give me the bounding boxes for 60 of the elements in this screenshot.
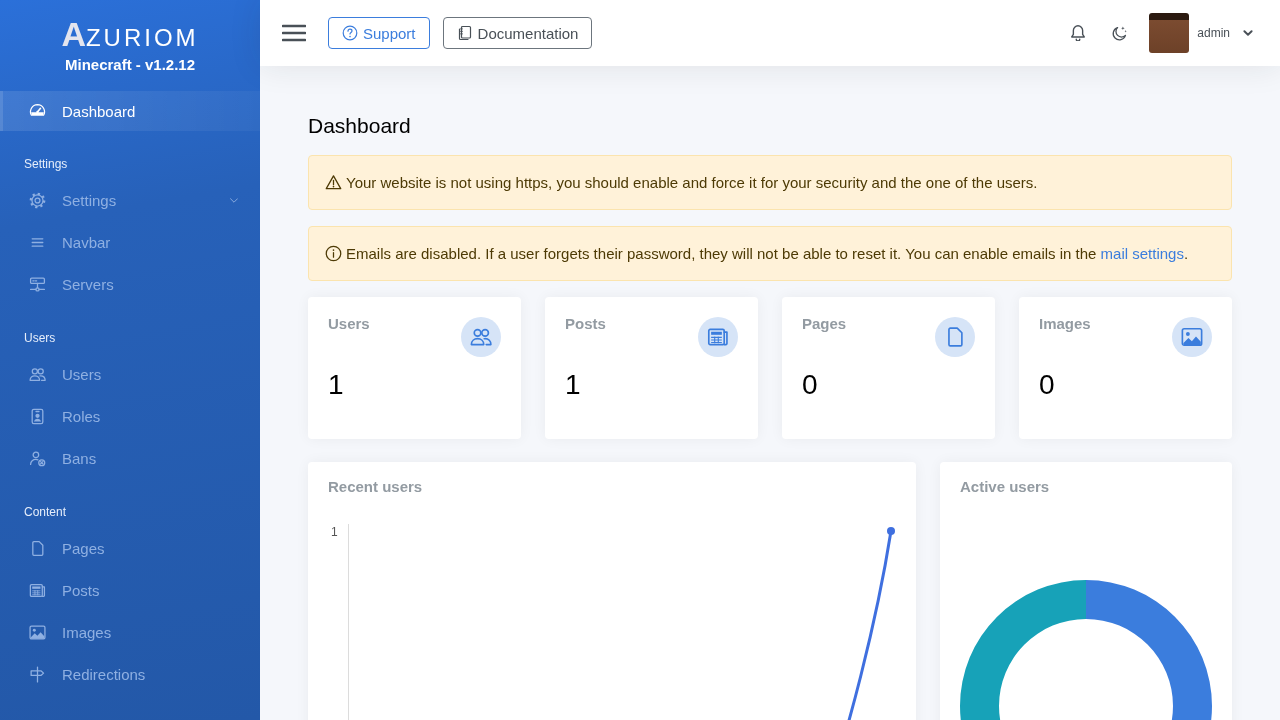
sidebar-item[interactable]: Images bbox=[0, 611, 260, 653]
sidebar-item[interactable]: Pages bbox=[0, 527, 260, 569]
donut-slice[interactable] bbox=[960, 580, 1086, 720]
chevron-down-icon bbox=[230, 197, 238, 203]
moon-stars-icon[interactable] bbox=[1111, 24, 1129, 42]
stat-value: 1 bbox=[328, 368, 345, 402]
warning-icon bbox=[325, 174, 342, 191]
server-icon bbox=[29, 275, 46, 293]
info-icon bbox=[325, 245, 342, 262]
file-icon bbox=[935, 317, 975, 357]
stat-value: 1 bbox=[565, 368, 582, 402]
sidebar-item[interactable]: Navbar bbox=[0, 221, 260, 263]
section-heading: Settings bbox=[23, 156, 69, 173]
stat-label: Pages bbox=[802, 315, 847, 333]
sidebar-item[interactable]: Dashboard bbox=[0, 91, 260, 131]
file-icon bbox=[29, 539, 46, 557]
stat-value: 0 bbox=[1039, 368, 1056, 402]
donut-slice[interactable] bbox=[1086, 580, 1212, 720]
notebooks-icon bbox=[456, 25, 473, 41]
chart-title: Recent users bbox=[328, 478, 424, 496]
support-button[interactable]: Support bbox=[328, 17, 430, 49]
image-icon bbox=[1172, 317, 1212, 357]
chart-title: Active users bbox=[960, 478, 1051, 496]
signpost-icon bbox=[29, 665, 46, 683]
section-heading: Content bbox=[23, 504, 68, 521]
alert-message: Your website is not using https, you should enable and force it for your security and the one of the users. bbox=[346, 173, 1038, 192]
stat-label: Posts bbox=[565, 315, 606, 333]
sidebar-item[interactable]: Servers bbox=[0, 263, 260, 305]
sidebar-item[interactable]: Settings bbox=[0, 179, 260, 221]
caret-down-icon bbox=[1243, 30, 1253, 36]
page-title: Dashboard bbox=[308, 114, 412, 138]
image-icon bbox=[29, 623, 46, 641]
people-icon bbox=[29, 365, 46, 383]
stat-value: 0 bbox=[802, 368, 819, 402]
notifications-bell-icon[interactable] bbox=[1071, 25, 1086, 41]
person-x-icon bbox=[29, 449, 46, 467]
user-menu-button[interactable]: admin bbox=[1189, 26, 1253, 40]
data-point[interactable] bbox=[887, 527, 895, 535]
help-icon bbox=[342, 25, 358, 41]
mail-settings-link[interactable]: mail settings bbox=[1100, 245, 1184, 262]
sidebar-item[interactable]: Bans bbox=[0, 437, 260, 479]
newspaper-icon bbox=[29, 581, 46, 599]
y-axis-tick-label: 1 bbox=[331, 524, 338, 539]
alert-message: Emails are disabled. If a user forgets their password, they will not be able to reset it. You can enable emails in the mail settings. bbox=[346, 244, 1189, 263]
sidebar-item[interactable]: Roles bbox=[0, 395, 260, 437]
documentation-button[interactable]: Documentation bbox=[442, 17, 593, 49]
stat-label: Users bbox=[328, 315, 370, 333]
id-badge-icon bbox=[29, 407, 46, 425]
logo-text[interactable]: AZURIOM bbox=[0, 18, 260, 54]
gear-icon bbox=[29, 191, 46, 209]
sidebar-item[interactable]: Posts bbox=[0, 569, 260, 611]
section-heading: Users bbox=[23, 330, 57, 347]
sidebar-item[interactable]: Redirections bbox=[0, 653, 260, 695]
newspaper-icon bbox=[698, 317, 738, 357]
stat-label: Images bbox=[1039, 315, 1091, 333]
version-text: Minecraft - v1.2.12 bbox=[63, 56, 197, 74]
menu-icon[interactable] bbox=[282, 24, 306, 42]
people-icon bbox=[461, 317, 501, 357]
sidebar-item[interactable]: Users bbox=[0, 353, 260, 395]
avatar-placeholder[interactable] bbox=[1149, 13, 1190, 53]
